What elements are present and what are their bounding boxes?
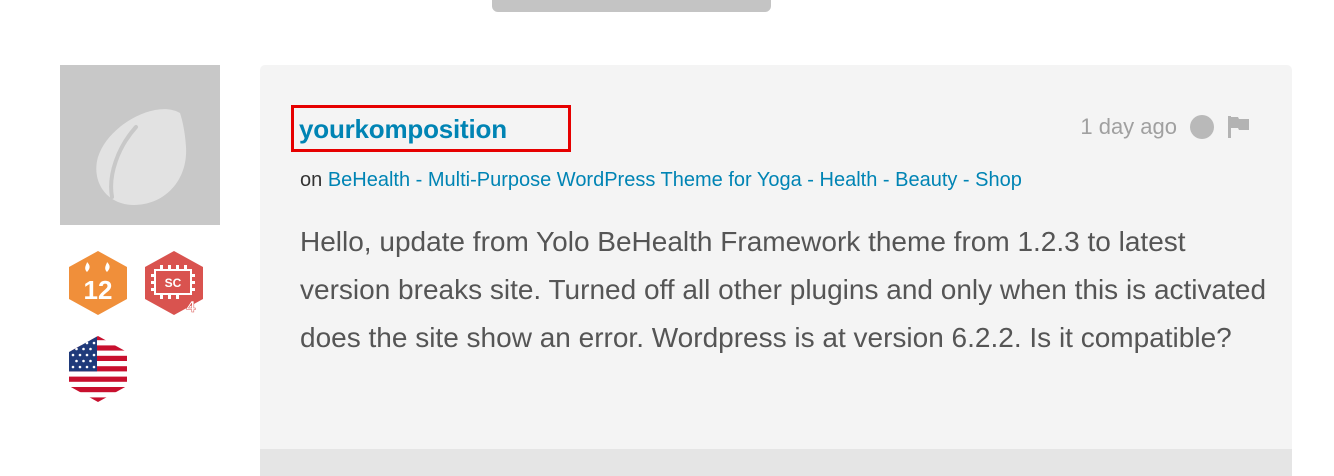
card-footer <box>260 449 1292 476</box>
flag-icon[interactable] <box>1226 115 1250 139</box>
comment-body: Hello, update from Yolo BeHealth Framewo… <box>300 226 1267 353</box>
username-highlight-box <box>291 105 571 152</box>
on-prefix: on <box>300 169 323 191</box>
top-tab-bar <box>492 0 771 12</box>
comment-card: yourkomposition 1 day ago on BeHealth - … <box>260 65 1292 476</box>
comment-timestamp: 1 day ago <box>1080 114 1177 139</box>
years-badge-label: 12 <box>84 275 113 305</box>
sales-badge-level: 4 <box>187 299 196 316</box>
item-title-link[interactable]: BeHealth - Multi-Purpose WordPress Theme… <box>328 169 1022 191</box>
envato-leaf-icon <box>96 109 187 205</box>
us-flag-icon[interactable] <box>67 335 129 403</box>
status-dot-icon <box>1190 115 1214 139</box>
avatar[interactable] <box>60 65 220 225</box>
item-reference: on BeHealth - Multi-Purpose WordPress Th… <box>300 169 1022 192</box>
sales-badge-label: SC <box>165 276 182 290</box>
comment-meta: 1 day ago <box>1080 114 1250 140</box>
sales-badge-icon[interactable]: SC 4 <box>143 250 207 316</box>
years-badge-icon[interactable]: 12 <box>67 250 129 316</box>
